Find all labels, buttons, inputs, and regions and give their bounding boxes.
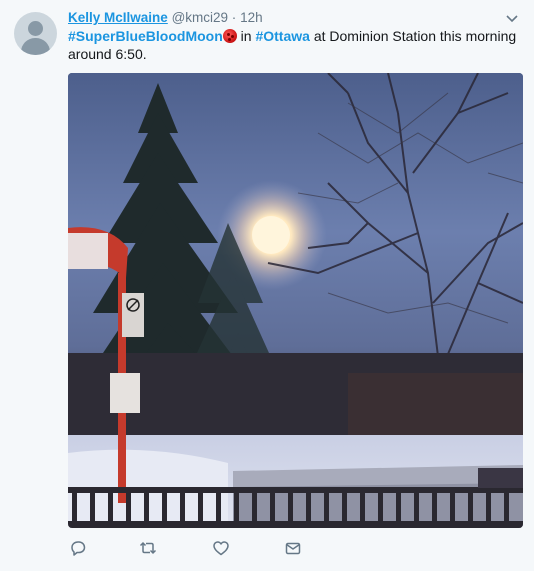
tweet-photo[interactable]: [68, 73, 523, 528]
header-separator: ·: [231, 10, 237, 25]
hashtag-link[interactable]: #Ottawa: [255, 28, 309, 44]
envelope-icon[interactable]: [283, 538, 303, 558]
heart-icon[interactable]: [211, 538, 231, 558]
avatar-head-shape: [28, 21, 43, 36]
red-full-moon-emoji-icon: [222, 29, 237, 43]
avatar[interactable]: [14, 12, 57, 55]
reply-icon[interactable]: [68, 538, 88, 558]
tweet-header: Kelly McIlwaine @kmci29 · 12h: [68, 9, 263, 27]
hashtag-link[interactable]: #SuperBlueBloodMoon: [68, 28, 223, 44]
avatar-body-shape: [21, 38, 50, 55]
tweet-actions: [68, 538, 368, 560]
tweet-text-segment: in: [236, 28, 256, 44]
author-name[interactable]: Kelly McIlwaine: [68, 10, 168, 25]
author-handle[interactable]: @kmci29: [172, 10, 228, 25]
tweet-text: #SuperBlueBloodMoon in #Ottawa at Domini…: [68, 27, 524, 63]
tweet-time[interactable]: 12h: [240, 10, 263, 25]
chevron-down-icon[interactable]: [504, 12, 520, 24]
moon-photo-illustration: [68, 73, 523, 528]
retweet-icon[interactable]: [138, 538, 158, 558]
tweet-card[interactable]: Kelly McIlwaine @kmci29 · 12h #SuperBlue…: [0, 0, 534, 571]
